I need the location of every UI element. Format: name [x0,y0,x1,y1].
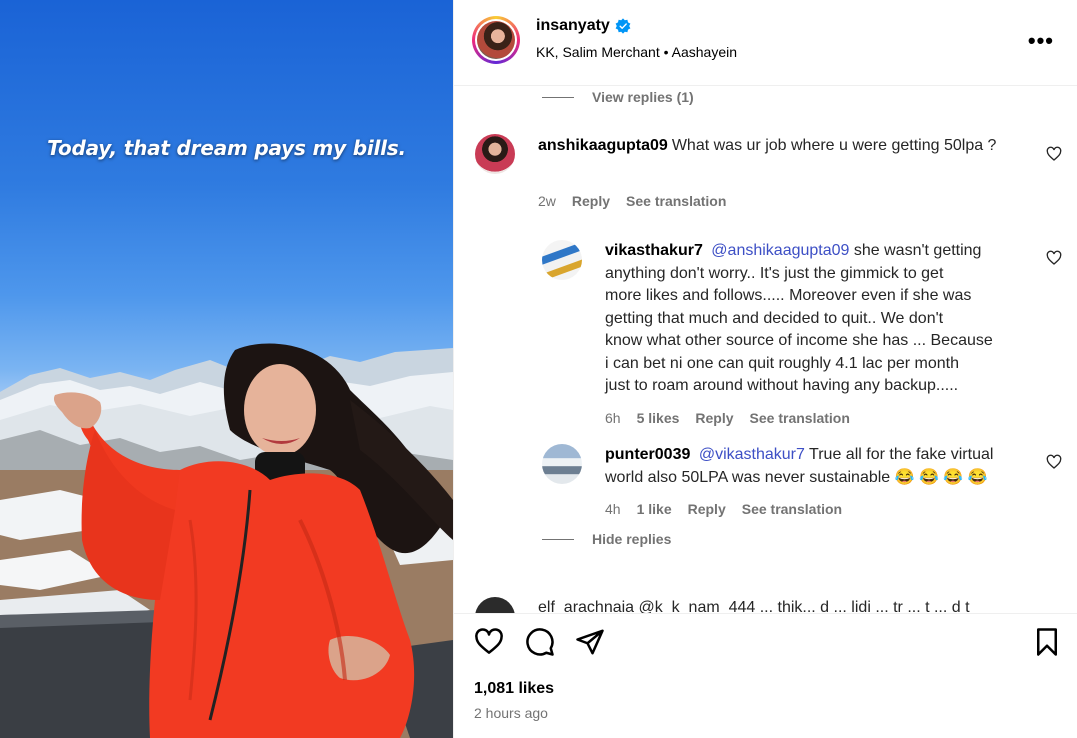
reply-body-line: know what other source of income she has… [605,332,993,349]
comment-bubble-icon[interactable] [525,627,555,657]
verified-badge-icon [615,18,631,34]
reply-body-line: world also 50LPA was never sustainable 😂… [605,468,988,486]
reply-meta: 6h 5 likes Reply See translation [605,410,850,426]
reply-username[interactable]: punter0039 [605,446,690,463]
reply-body-line: anything don't worry.. It's just the gim… [605,264,944,282]
comment-time: 2w [538,193,556,209]
reply-text: punter0039 @vikasthakur7 True all for th… [605,444,1035,489]
save-bookmark-icon[interactable] [1032,627,1062,657]
reply-body-line: i can bet ni one can quit roughly 4.1 la… [605,354,959,372]
post-header: insanyaty KK, Salim Merchant • Aashayein… [454,0,1077,86]
hide-replies-label: Hide replies [592,531,672,547]
likes-count[interactable]: 1,081 likes [474,680,554,698]
reply-button[interactable]: Reply [688,501,726,517]
reply-mention[interactable]: @vikasthakur7 [699,446,805,463]
comment-body: What was ur job where u were getting 50l… [671,137,997,154]
audio-track[interactable]: KK, Salim Merchant • Aashayein [536,44,737,60]
post-time[interactable]: 2 hours ago [474,705,548,721]
post-media[interactable]: Today, that dream pays my bills. [0,0,453,738]
comment-text-partial: elf_arachnaia @k_k_nam_444 ... thik... d… [538,599,970,613]
view-replies-label: View replies (1) [592,89,694,105]
reply-text: vikasthakur7 @anshikaagupta09 she wasn't… [605,240,1035,398]
like-reply-heart-icon[interactable] [1046,250,1062,266]
author-avatar[interactable] [472,16,520,64]
commenter-avatar[interactable] [475,597,515,613]
comment-meta: 2w Reply See translation [538,193,726,209]
comment-username[interactable]: anshikaagupta09 [538,137,668,154]
commenter-avatar[interactable] [475,134,515,174]
reply-body-line: True all for the fake virtual [809,446,994,463]
reply-body-line: more likes and follows..... Moreover eve… [605,287,972,304]
reply-time: 4h [605,501,621,517]
reply-username[interactable]: vikasthakur7 [605,242,703,259]
share-paper-plane-icon[interactable] [575,627,605,657]
reply-likes-count[interactable]: 5 likes [637,410,680,426]
see-translation-button[interactable]: See translation [742,501,842,517]
comments-list[interactable]: View replies (1) anshikaagupta09 What was… [454,87,1077,613]
post-side-panel: insanyaty KK, Salim Merchant • Aashayein… [453,0,1077,738]
like-reply-heart-icon[interactable] [1046,454,1062,470]
hide-replies-button[interactable]: Hide replies [542,531,671,547]
more-options-button[interactable]: ••• [1028,28,1054,54]
see-translation-button[interactable]: See translation [750,410,850,426]
post-actions-footer: 1,081 likes 2 hours ago [454,613,1077,738]
replier-avatar[interactable] [542,444,582,484]
like-comment-heart-icon[interactable] [1046,146,1062,162]
author-username[interactable]: insanyaty [536,17,610,35]
reply-body-line: just to roam around without having any b… [605,377,959,394]
see-translation-button[interactable]: See translation [626,193,726,209]
divider [542,538,574,540]
reply-likes-count[interactable]: 1 like [637,501,672,517]
replier-avatar[interactable] [542,240,582,280]
divider [542,96,574,98]
reply-body-line: getting that much and decided to quit.. … [605,309,944,327]
reply-time: 6h [605,410,621,426]
post-image [0,343,453,738]
view-replies-button[interactable]: View replies (1) [542,89,694,105]
reply-button[interactable]: Reply [695,410,733,426]
reply-body-line: she wasn't getting [853,242,982,259]
reply-meta: 4h 1 like Reply See translation [605,501,842,517]
reply-mention[interactable]: @anshikaagupta09 [711,242,849,259]
reply-button[interactable]: Reply [572,193,610,209]
like-heart-icon[interactable] [474,627,504,657]
comment-text: anshikaagupta09 What was ur job where u w… [538,135,1028,158]
post-overlay-text: Today, that dream pays my bills. [47,136,406,160]
